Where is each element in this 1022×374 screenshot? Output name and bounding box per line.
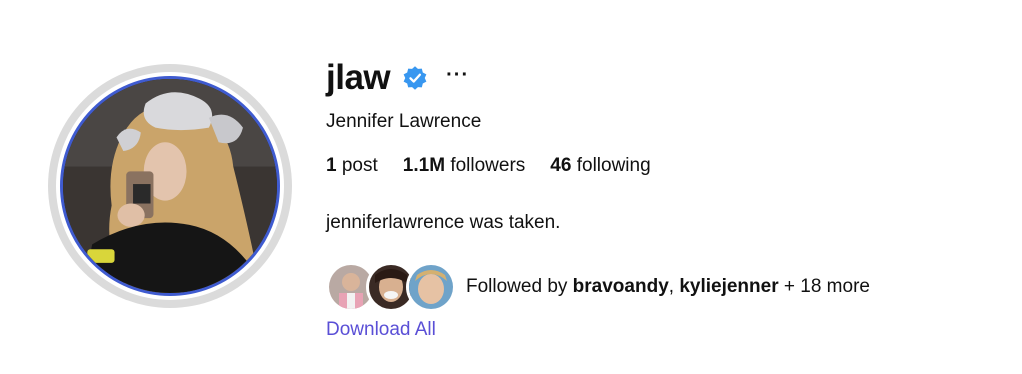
followed-by-row[interactable]: Followed by bravoandy, kyliejenner + 18 … (326, 262, 870, 312)
profile-stats: 1 post 1.1M followers 46 following (326, 154, 676, 178)
profile-avatar-ring (48, 64, 292, 308)
followers-count[interactable]: 1.1M followers (403, 154, 526, 178)
profile-info: jlaw ··· Jennifer Lawrence 1 post 1.1M f… (326, 56, 1006, 340)
followed-by-user-2[interactable]: kyliejenner (679, 276, 778, 297)
profile-full-name: Jennifer Lawrence (326, 111, 482, 132)
verified-badge-icon (402, 65, 428, 91)
profile-username: jlaw (326, 58, 391, 97)
profile-avatar[interactable] (60, 76, 280, 296)
profile-header-row: jlaw ··· (326, 56, 1006, 100)
posts-count[interactable]: 1 post (326, 154, 378, 178)
follower-avatar-3 (406, 262, 456, 312)
more-options-icon[interactable]: ··· (442, 65, 473, 85)
following-count[interactable]: 46 following (550, 154, 650, 178)
download-all-link[interactable]: Download All (326, 318, 436, 342)
followed-by-text: Followed by bravoandy, kyliejenner + 18 … (466, 276, 870, 297)
followed-by-user-1[interactable]: bravoandy (573, 276, 669, 297)
profile-bio: jenniferlawrence was taken. (326, 212, 561, 233)
followed-by-avatars (326, 262, 456, 312)
profile-photo (63, 79, 277, 293)
